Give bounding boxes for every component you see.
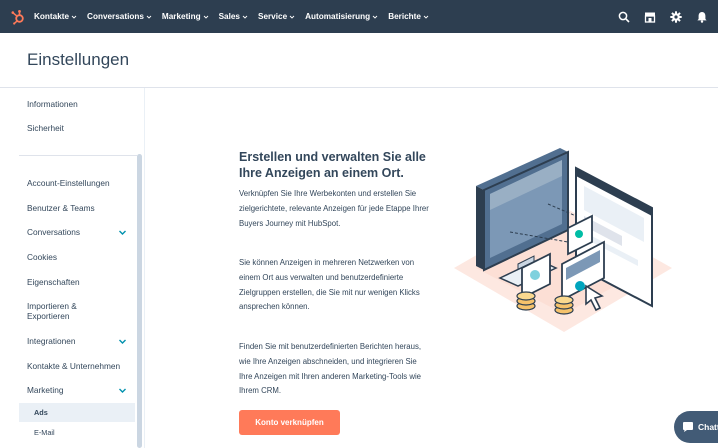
nav-label: Kontakte [34, 12, 70, 21]
nav-label: Automatisierung [305, 12, 371, 21]
sidebar-subitem-email[interactable]: E-Mail [34, 428, 55, 437]
sidebar-item-sicherheit[interactable]: Sicherheit [27, 123, 64, 133]
sidebar-item-account-einstellungen[interactable]: Account-Einstellungen [27, 178, 110, 188]
nav-kontakte[interactable]: Kontakte [34, 12, 77, 21]
chevron-down-icon[interactable] [118, 228, 127, 237]
content-paragraph: Sie können Anzeigen in mehreren Netzwerk… [239, 258, 420, 312]
nav-label: Service [257, 12, 288, 21]
nav-label: Conversations [87, 12, 144, 21]
sidebar-item-kontakte-unternehmen[interactable]: Kontakte & Unternehmen [27, 361, 120, 371]
gear-icon[interactable] [670, 10, 682, 23]
chevron-up-icon[interactable] [118, 386, 127, 395]
sidebar-item-benutzer-teams[interactable]: Benutzer & Teams [27, 203, 95, 213]
sidebar-item-informationen[interactable]: Informationen [27, 99, 78, 109]
nav-label: Marketing [161, 12, 201, 21]
chevron-down-icon [372, 15, 378, 19]
nav-marketing[interactable]: Marketing [162, 12, 209, 21]
sidebar-divider [19, 155, 137, 156]
content-paragraph: Verknüpfen Sie Ihre Werbekonten und erst… [239, 189, 429, 228]
sidebar-subitem-ads[interactable]: Ads [34, 408, 48, 417]
chevron-down-icon [203, 15, 208, 19]
sidebar-item-conversations[interactable]: Conversations [27, 227, 80, 237]
nav-automatisierung[interactable]: Automatisierung [305, 12, 378, 21]
chat-widget-button[interactable]: Chatt [674, 411, 718, 443]
nav-sales[interactable]: Sales [219, 12, 248, 21]
page-title: Einstellungen [27, 50, 130, 69]
hubspot-logo-icon[interactable] [10, 9, 26, 25]
top-navigation: Kontakte Conversations Marketing Sales S… [0, 0, 718, 33]
sidebar-item-integrationen[interactable]: Integrationen [27, 336, 75, 346]
chevron-down-icon [423, 15, 429, 19]
content-title: Erstellen und verwalten Sie alle Ihre An… [239, 150, 426, 180]
connect-account-button[interactable]: Konto verknüpfen [239, 410, 340, 435]
sidebar-item-marketing[interactable]: Marketing [27, 385, 63, 395]
search-icon[interactable] [618, 11, 630, 23]
chevron-down-icon[interactable] [118, 337, 127, 346]
nav-conversations[interactable]: Conversations [87, 12, 152, 21]
sidebar-item-cookies[interactable]: Cookies [27, 252, 57, 262]
nav-service[interactable]: Service [258, 12, 295, 21]
ads-illustration [454, 148, 672, 332]
nav-label: Berichte [388, 12, 421, 21]
settings-sidebar: Informationen Sicherheit Account-Einstel… [0, 88, 145, 448]
content-paragraph: Finden Sie mit benutzerdefinierten Beric… [239, 342, 422, 396]
chevron-down-icon [289, 15, 295, 19]
sidebar-item-importieren-exportieren[interactable]: Importieren & Exportieren [27, 301, 117, 321]
page-header: Einstellungen [0, 33, 718, 88]
chat-label: Chatt [698, 422, 718, 432]
sidebar-scrollbar[interactable] [137, 154, 142, 448]
chevron-down-icon [71, 15, 77, 19]
nav-label: Sales [218, 12, 240, 21]
chevron-down-icon [146, 15, 152, 19]
sidebar-item-eigenschaften[interactable]: Eigenschaften [27, 277, 80, 287]
marketplace-icon[interactable] [644, 11, 656, 23]
chat-bubble-icon [683, 422, 693, 432]
bell-icon[interactable] [696, 11, 708, 23]
nav-berichte[interactable]: Berichte [388, 12, 429, 21]
chevron-down-icon [242, 15, 248, 19]
